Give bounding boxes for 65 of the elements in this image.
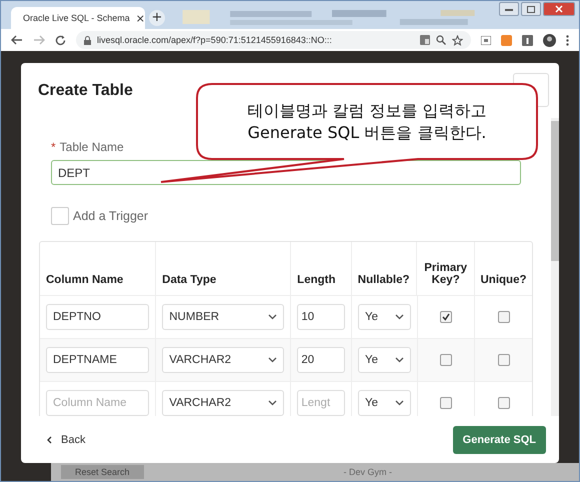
address-bar[interactable]: livesql.oracle.com/apex/f?p=590:71:5121455916843::NO::: <box>76 31 471 49</box>
column-header: Nullable? <box>350 242 416 295</box>
checkbox[interactable] <box>498 354 510 366</box>
zoom-icon[interactable] <box>436 35 446 45</box>
data-type-dropdown[interactable]: VARCHAR2 <box>162 347 284 373</box>
tab-close-button[interactable]: × <box>136 12 145 24</box>
reset-search-button[interactable]: Reset Search <box>61 465 144 479</box>
star-icon[interactable] <box>452 34 463 46</box>
column-name-field[interactable]: DEPTNAME <box>46 347 150 373</box>
checkbox[interactable] <box>51 207 69 225</box>
length-field[interactable]: 10 <box>297 304 346 330</box>
extension-icon[interactable] <box>522 34 533 46</box>
new-tab-button[interactable]: + <box>149 10 165 26</box>
column-header: Primary Key? <box>416 242 474 295</box>
back-icon[interactable] <box>11 35 23 45</box>
maximize-icon <box>527 6 535 12</box>
chevron-down-icon <box>268 357 278 363</box>
data-type-dropdown[interactable]: NUMBER <box>162 304 284 330</box>
checkbox[interactable] <box>498 397 510 409</box>
avatar-icon[interactable] <box>543 34 556 46</box>
minimize-button[interactable] <box>499 2 519 16</box>
column-name-field[interactable]: Column Name <box>46 390 150 416</box>
close-button[interactable] <box>543 2 575 16</box>
chevron-down-icon <box>394 314 404 320</box>
required-mark: * <box>51 140 56 154</box>
field-label: Table Name <box>60 140 124 154</box>
data-type-dropdown[interactable]: VARCHAR2 <box>162 390 284 416</box>
menu-icon[interactable] <box>566 34 569 46</box>
checkbox[interactable] <box>440 354 452 366</box>
callout-text: 테이블명과 칼럼 정보를 입력하고 Generate SQL 버튼을 클릭한다. <box>247 100 487 144</box>
browser-tab[interactable]: Oracle Live SQL - Schema × <box>11 7 145 29</box>
nullable-dropdown[interactable]: Ye <box>358 304 411 330</box>
chevron-down-icon <box>394 357 404 363</box>
scrollbar-thumb[interactable] <box>551 121 559 261</box>
column-header: Data Type <box>155 242 290 295</box>
column-header: Column Name <box>45 273 124 288</box>
footer-text: - Dev Gym - <box>344 467 392 477</box>
back-button[interactable]: Back <box>47 434 86 446</box>
checkbox[interactable] <box>440 397 452 409</box>
reload-icon[interactable] <box>55 34 66 46</box>
column-header: Unique? <box>474 242 532 295</box>
table-name-field[interactable]: DEPT <box>51 160 521 185</box>
extension-icon[interactable] <box>481 36 491 44</box>
checkbox[interactable] <box>440 311 452 323</box>
checkbox[interactable] <box>498 311 510 323</box>
length-field[interactable]: Lengt <box>297 390 346 416</box>
column-header: Length <box>290 242 351 295</box>
nullable-dropdown[interactable]: Ye <box>358 347 411 373</box>
chevron-down-icon <box>394 400 404 406</box>
nullable-dropdown[interactable]: Ye <box>358 390 411 416</box>
minimize-icon <box>505 8 513 10</box>
length-field[interactable]: 20 <box>297 347 346 373</box>
extension-icon[interactable] <box>501 34 512 46</box>
generate-sql-button[interactable]: Generate SQL <box>452 426 546 454</box>
translate-icon[interactable] <box>420 35 430 45</box>
chevron-down-icon <box>268 400 278 406</box>
chevron-left-icon <box>47 436 52 444</box>
checkbox-label: Add a Trigger <box>73 209 148 223</box>
column-name-field[interactable]: DEPTNO <box>46 304 150 330</box>
dialog-title: Create Table <box>38 82 133 100</box>
chevron-down-icon <box>268 314 278 320</box>
tab-title: Oracle Live SQL - Schema <box>23 13 130 23</box>
close-icon <box>555 5 563 13</box>
lock-icon <box>84 36 91 44</box>
maximize-button[interactable] <box>521 2 541 16</box>
